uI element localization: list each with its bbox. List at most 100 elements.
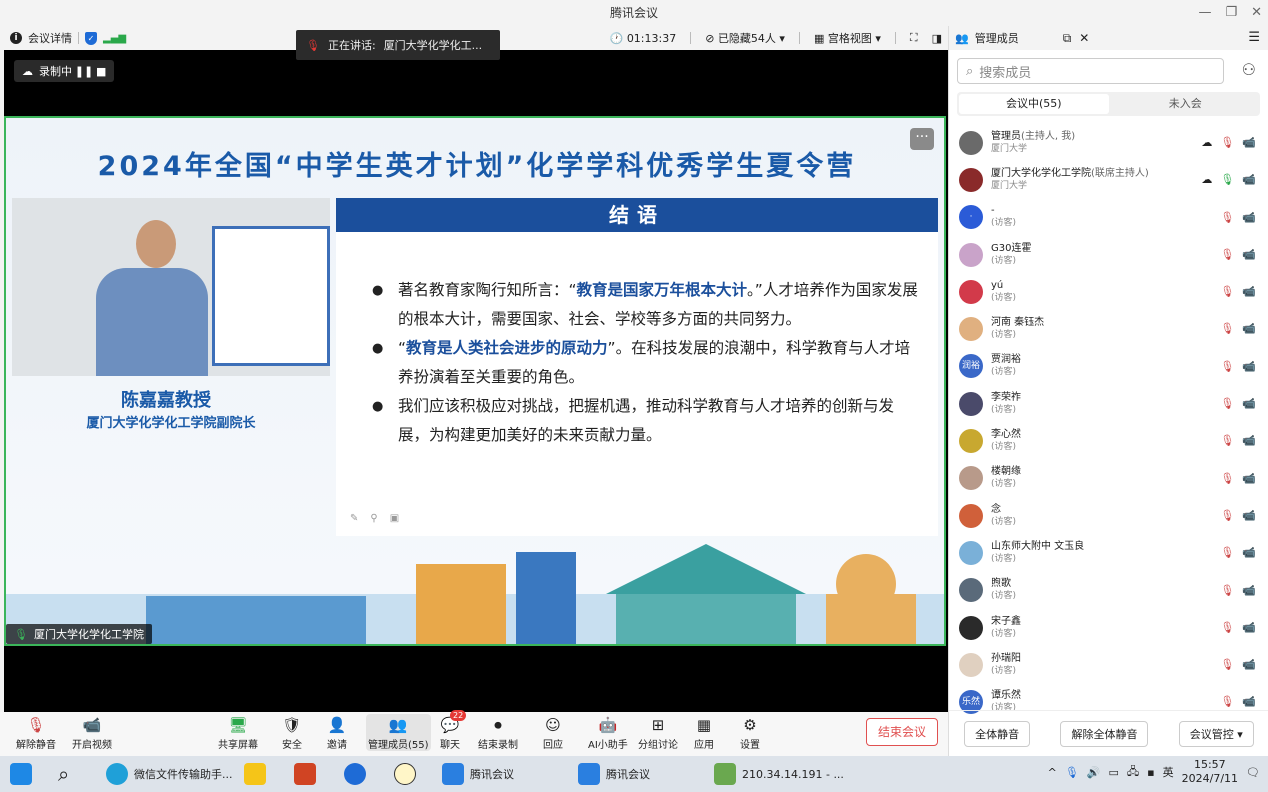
- signal-icon[interactable]: ▂▄▆: [103, 33, 126, 44]
- network-icon[interactable]: 🖧: [1127, 763, 1139, 782]
- view-mode-button[interactable]: ▦ 宫格视图 ▾: [814, 30, 881, 46]
- shield-icon[interactable]: ✓: [85, 31, 97, 45]
- camera-off-icon[interactable]: 📹: [1242, 658, 1256, 671]
- task-media[interactable]: [344, 760, 366, 788]
- add-member-icon[interactable]: ⚇: [1242, 60, 1256, 79]
- pen-icon[interactable]: ✎: [350, 513, 358, 524]
- share-screen-button[interactable]: 🖥 共享屏幕: [218, 714, 258, 751]
- member-row[interactable]: G30连霍 (访客) 🎙 📹: [949, 236, 1268, 273]
- settings-button[interactable]: ⚙ 设置: [740, 714, 760, 751]
- unmute-button[interactable]: 🎙 解除静音: [16, 714, 56, 751]
- minimize-button[interactable]: —: [1198, 0, 1211, 26]
- task-tencent-meeting-1[interactable]: 腾讯会议: [442, 760, 514, 788]
- camera-off-icon[interactable]: 📹: [1242, 434, 1256, 447]
- ai-assistant-button[interactable]: 🤖 AI小助手: [588, 714, 628, 751]
- link-icon[interactable]: ⚲: [370, 513, 377, 524]
- mic-off-icon[interactable]: 🎙: [1220, 136, 1234, 149]
- member-row[interactable]: 润裕 贾润裕 (访客) 🎙 📹: [949, 348, 1268, 385]
- camera-off-icon[interactable]: 📹: [1242, 509, 1256, 522]
- task-app[interactable]: [394, 760, 416, 788]
- restore-button[interactable]: ❐: [1225, 0, 1237, 26]
- search-input[interactable]: 搜索成员: [979, 62, 1031, 81]
- member-row[interactable]: 河南 秦钰杰 (访客) 🎙 📹: [949, 310, 1268, 347]
- popout-icon[interactable]: ⧉: [1063, 31, 1072, 46]
- camera-off-icon[interactable]: 📹: [1242, 584, 1256, 597]
- camera-off-icon[interactable]: 📹: [1242, 285, 1256, 298]
- manage-members-button[interactable]: 👥 管理成员(55): [366, 714, 431, 751]
- close-panel-icon[interactable]: ✕: [1079, 31, 1089, 46]
- member-row[interactable]: 厦门大学化学化工学院(联席主持人) 厦门大学 ☁ 🎙 📹: [949, 161, 1268, 198]
- mic-off-icon[interactable]: 🎙: [1220, 546, 1234, 559]
- camera-off-icon[interactable]: 📹: [1242, 136, 1256, 149]
- start-button[interactable]: [10, 760, 32, 788]
- meeting-info-link[interactable]: 会议详情: [28, 30, 72, 46]
- tab-not-joined[interactable]: 未入会: [1111, 92, 1261, 116]
- member-row[interactable]: 念 (访客) 🎙 📹: [949, 497, 1268, 534]
- member-row[interactable]: 李荣祚 (访客) 🎙 📹: [949, 385, 1268, 422]
- camera-off-icon[interactable]: 📹: [1242, 360, 1256, 373]
- info-icon[interactable]: i: [10, 32, 22, 44]
- mic-off-icon[interactable]: 🎙: [1220, 509, 1234, 522]
- mic-off-icon[interactable]: 🎙: [1220, 322, 1234, 335]
- end-meeting-button[interactable]: 结束会议: [866, 718, 938, 746]
- task-edge-wechat[interactable]: 微信文件传输助手...: [106, 760, 233, 788]
- member-row[interactable]: 孙瑞阳 (访客) 🎙 📹: [949, 646, 1268, 683]
- camera-off-icon[interactable]: 📹: [1242, 322, 1256, 335]
- task-powerpoint[interactable]: [294, 760, 316, 788]
- ime-indicator[interactable]: 英: [1163, 764, 1174, 780]
- close-button[interactable]: ✕: [1251, 0, 1262, 26]
- tab-in-meeting[interactable]: 会议中(55): [959, 94, 1109, 114]
- mic-off-icon[interactable]: 🎙: [1220, 360, 1234, 373]
- mic-off-icon[interactable]: 🎙: [1220, 211, 1234, 224]
- menu-icon[interactable]: ☰: [1248, 30, 1260, 45]
- mic-off-icon[interactable]: 🎙: [1220, 285, 1234, 298]
- member-row[interactable]: 煦歌 (访客) 🎙 📹: [949, 572, 1268, 609]
- hidden-members-toggle[interactable]: ⊘ 已隐藏54人 ▾: [705, 30, 785, 46]
- camera-off-icon[interactable]: 📹: [1242, 546, 1256, 559]
- mic-on-icon[interactable]: 🎙: [1220, 173, 1234, 186]
- mic-icon[interactable]: 🎙: [1065, 766, 1079, 779]
- unmute-all-button[interactable]: 解除全体静音: [1060, 720, 1149, 747]
- apps-button[interactable]: ▦ 应用: [694, 714, 714, 751]
- mic-off-icon[interactable]: 🎙: [1220, 434, 1234, 447]
- camera-off-icon[interactable]: 📹: [1242, 211, 1256, 224]
- mic-off-icon[interactable]: 🎙: [1220, 695, 1234, 708]
- camera-off-icon[interactable]: 📹: [1242, 695, 1256, 708]
- chevron-up-icon[interactable]: ^: [1048, 766, 1057, 779]
- member-row[interactable]: 管理员(主持人, 我) 厦门大学 ☁ 🎙 📹: [949, 124, 1268, 161]
- tablet-icon[interactable]: ▪: [1147, 766, 1154, 779]
- pause-record-button[interactable]: ❚❚: [75, 65, 93, 78]
- stop-record-button[interactable]: ■: [96, 65, 106, 78]
- sidebar-toggle-icon[interactable]: ◨: [932, 32, 942, 45]
- mic-off-icon[interactable]: 🎙: [1220, 397, 1234, 410]
- mute-all-button[interactable]: 全体静音: [964, 720, 1031, 747]
- mic-off-icon[interactable]: 🎙: [1220, 621, 1234, 634]
- member-row[interactable]: 山东师大附中 文玉良 (访客) 🎙 📹: [949, 534, 1268, 571]
- fullscreen-icon[interactable]: ⛶: [910, 31, 918, 45]
- member-row[interactable]: yú (访客) 🎙 📹: [949, 273, 1268, 310]
- member-row[interactable]: · - (访客) 🎙 📹: [949, 199, 1268, 236]
- mic-off-icon[interactable]: 🎙: [1220, 248, 1234, 261]
- mic-off-icon[interactable]: 🎙: [1220, 472, 1234, 485]
- chat-button[interactable]: 💬 22 聊天: [440, 710, 467, 751]
- notification-icon[interactable]: 🗨: [1246, 766, 1260, 779]
- task-remote-desktop[interactable]: 210.34.14.191 - ...: [714, 760, 844, 788]
- mic-off-icon[interactable]: 🎙: [1220, 658, 1234, 671]
- comment-icon[interactable]: ▣: [390, 513, 399, 524]
- task-tencent-meeting-2[interactable]: 腾讯会议: [578, 760, 650, 788]
- member-row[interactable]: 楼朝缘 (访客) 🎙 📹: [949, 460, 1268, 497]
- task-explorer[interactable]: [244, 760, 266, 788]
- search-button[interactable]: ⌕: [58, 760, 69, 788]
- breakout-button[interactable]: ⊞ 分组讨论: [638, 714, 678, 751]
- clock[interactable]: 15:57 2024/7/11: [1182, 758, 1238, 786]
- mic-off-icon[interactable]: 🎙: [1220, 584, 1234, 597]
- member-row[interactable]: 宋子鑫 (访客) 🎙 📹: [949, 609, 1268, 646]
- volume-icon[interactable]: 🔊: [1087, 766, 1101, 779]
- camera-on-icon[interactable]: 📹: [1242, 173, 1256, 186]
- invite-button[interactable]: 👤 邀请: [327, 714, 347, 751]
- battery-icon[interactable]: ▭: [1108, 766, 1118, 779]
- video-button[interactable]: 📹 开启视频: [72, 714, 112, 751]
- security-button[interactable]: 🛡 安全: [282, 714, 302, 751]
- camera-off-icon[interactable]: 📹: [1242, 397, 1256, 410]
- meeting-control-button[interactable]: 会议管控 ▾: [1178, 720, 1254, 747]
